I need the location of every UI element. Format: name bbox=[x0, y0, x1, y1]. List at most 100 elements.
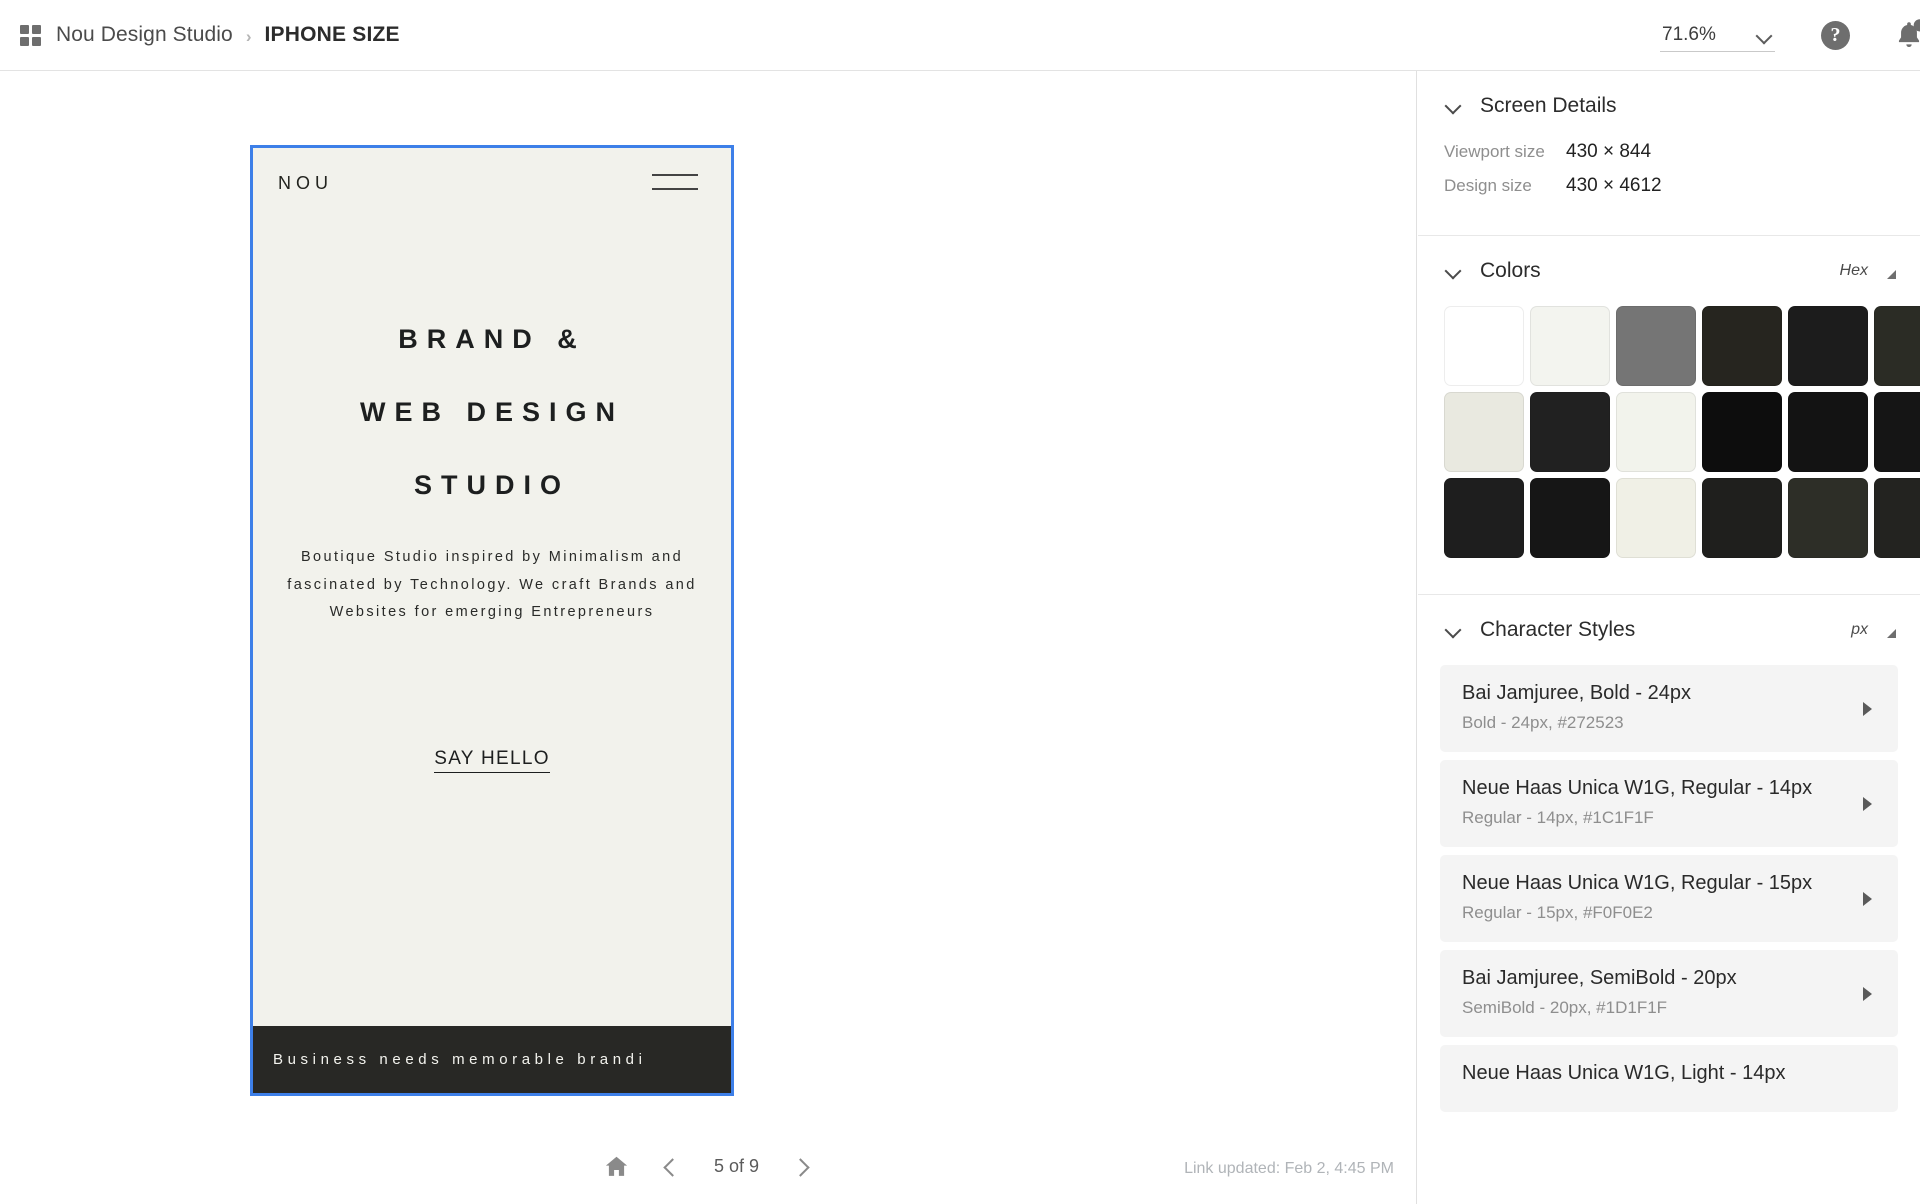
detail-row: Viewport size 430 × 844 bbox=[1444, 141, 1894, 163]
character-style-item[interactable]: Bai Jamjuree, Bold - 24px Bold - 24px, #2… bbox=[1440, 665, 1898, 752]
caret-icon bbox=[1887, 628, 1896, 638]
color-swatch-grid bbox=[1418, 306, 1920, 594]
color-swatch[interactable] bbox=[1616, 306, 1696, 386]
color-swatch[interactable] bbox=[1788, 306, 1868, 386]
breadcrumb-current-screen: IPHONE SIZE bbox=[264, 23, 400, 46]
color-swatch[interactable] bbox=[1616, 478, 1696, 558]
artboard-logo: NOU bbox=[278, 173, 333, 193]
colors-section: Colors Hex bbox=[1418, 235, 1920, 594]
say-hello-link[interactable]: SAY HELLO bbox=[434, 748, 550, 773]
color-swatch[interactable] bbox=[1702, 478, 1782, 558]
nav-controls: 5 of 9 bbox=[599, 1150, 819, 1184]
viewport-size-value: 430 × 844 bbox=[1566, 141, 1652, 162]
character-style-item[interactable]: Neue Haas Unica W1G, Regular - 15px Regul… bbox=[1440, 855, 1898, 942]
bell-glyph bbox=[1898, 19, 1920, 48]
color-swatch[interactable] bbox=[1874, 392, 1920, 472]
headline-line-2: WEB DESIGN bbox=[359, 397, 624, 427]
zoom-level-dropdown[interactable]: 71.6% bbox=[1660, 24, 1775, 52]
artboard-ticker-band: Business needs memorable brandi bbox=[253, 1026, 731, 1093]
grid-cell bbox=[20, 24, 29, 34]
character-style-meta: Bold - 24px, #272523 bbox=[1462, 713, 1624, 732]
artboard-content: NOU BRAND & WEB DESIGN STUDIO Boutique S… bbox=[253, 148, 731, 1093]
color-swatch[interactable] bbox=[1444, 478, 1524, 558]
color-swatch[interactable] bbox=[1530, 478, 1610, 558]
color-swatch[interactable] bbox=[1788, 478, 1868, 558]
color-swatch[interactable] bbox=[1788, 392, 1868, 472]
help-icon[interactable]: ? bbox=[1821, 20, 1850, 50]
color-swatch[interactable] bbox=[1444, 392, 1524, 472]
character-style-item[interactable]: Neue Haas Unica W1G, Light - 14px bbox=[1440, 1045, 1898, 1112]
design-size-label: Design size bbox=[1444, 176, 1532, 195]
character-style-item[interactable]: Neue Haas Unica W1G, Regular - 14px Regul… bbox=[1440, 760, 1898, 847]
menu-line bbox=[652, 188, 698, 190]
character-styles-title: Character Styles bbox=[1480, 618, 1636, 641]
grid-cell bbox=[20, 36, 29, 46]
caret-icon bbox=[1887, 269, 1896, 279]
color-swatch[interactable] bbox=[1530, 392, 1610, 472]
design-canvas[interactable]: NOU BRAND & WEB DESIGN STUDIO Boutique S… bbox=[0, 71, 1417, 1204]
color-swatch[interactable] bbox=[1702, 392, 1782, 472]
character-style-name: Neue Haas Unica W1G, Light - 14px bbox=[1462, 1062, 1786, 1084]
artboard-cta-wrapper: SAY HELLO bbox=[253, 748, 731, 773]
expand-caret-icon[interactable] bbox=[1863, 986, 1872, 1001]
character-style-name: Bai Jamjuree, Bold - 24px bbox=[1462, 682, 1692, 704]
headline-line-1: BRAND & bbox=[398, 324, 586, 354]
character-style-meta: Regular - 15px, #F0F0E2 bbox=[1462, 903, 1653, 922]
headline-line-3: STUDIO bbox=[413, 470, 570, 500]
character-style-meta: Regular - 14px, #1C1F1F bbox=[1462, 808, 1654, 827]
grid-cell bbox=[32, 36, 41, 46]
chevron-down-icon bbox=[1444, 97, 1462, 115]
hamburger-menu-icon[interactable] bbox=[652, 174, 698, 202]
grid-cell bbox=[32, 24, 41, 34]
artboard-body-copy: Boutique Studio inspired by Minimalism a… bbox=[287, 549, 697, 620]
detail-row: Design size 430 × 4612 bbox=[1444, 175, 1894, 197]
menu-line bbox=[652, 174, 698, 176]
character-styles-header[interactable]: Character Styles px bbox=[1418, 595, 1920, 665]
color-swatch[interactable] bbox=[1874, 478, 1920, 558]
character-style-meta: SemiBold - 20px, #1D1F1F bbox=[1462, 998, 1668, 1017]
inspect-panel: Screen Details Viewport size 430 × 844 D… bbox=[1418, 71, 1920, 1204]
home-icon[interactable] bbox=[599, 1150, 635, 1184]
character-style-name: Neue Haas Unica W1G, Regular - 14px bbox=[1462, 777, 1813, 799]
chevron-right-icon[interactable] bbox=[789, 1152, 819, 1182]
ticker-text: Business needs memorable brandi bbox=[273, 1051, 647, 1068]
expand-caret-icon[interactable] bbox=[1863, 796, 1872, 811]
color-swatch[interactable] bbox=[1530, 306, 1610, 386]
color-format-selector[interactable]: Hex bbox=[1840, 262, 1896, 280]
link-updated-status: Link updated: Feb 2, 4:45 PM bbox=[1184, 1160, 1394, 1177]
phone-artboard[interactable]: NOU BRAND & WEB DESIGN STUDIO Boutique S… bbox=[250, 145, 734, 1096]
notification-bell-icon[interactable] bbox=[1892, 18, 1920, 52]
screen-details-title: Screen Details bbox=[1480, 94, 1617, 117]
colors-header[interactable]: Colors Hex bbox=[1418, 236, 1920, 306]
home-glyph bbox=[605, 1156, 628, 1176]
zoom-level-value: 71.6% bbox=[1662, 24, 1716, 45]
chevron-down-icon bbox=[1444, 262, 1462, 280]
top-bar-actions: 71.6% ? bbox=[1660, 0, 1920, 70]
color-swatch[interactable] bbox=[1616, 392, 1696, 472]
character-style-name: Bai Jamjuree, SemiBold - 20px bbox=[1462, 967, 1737, 989]
top-bar: Nou Design Studio › IPHONE SIZE 71.6% ? bbox=[0, 0, 1920, 71]
chevron-down-icon bbox=[1444, 621, 1462, 639]
screen-details-header[interactable]: Screen Details bbox=[1418, 71, 1920, 141]
text-unit-selector[interactable]: px bbox=[1851, 621, 1896, 639]
breadcrumb-separator-icon: › bbox=[245, 26, 252, 46]
text-unit-value: px bbox=[1851, 621, 1868, 638]
chevron-down-icon bbox=[1756, 27, 1773, 44]
color-format-value: Hex bbox=[1839, 262, 1868, 279]
artboard-headline: BRAND & WEB DESIGN STUDIO bbox=[253, 303, 731, 522]
apps-grid-icon[interactable] bbox=[20, 24, 41, 46]
screen-details-section: Screen Details Viewport size 430 × 844 D… bbox=[1418, 71, 1920, 235]
chevron-left-icon[interactable] bbox=[655, 1152, 685, 1182]
page-indicator: 5 of 9 bbox=[713, 1156, 760, 1176]
color-swatch[interactable] bbox=[1874, 306, 1920, 386]
colors-title: Colors bbox=[1480, 259, 1541, 282]
color-swatch[interactable] bbox=[1444, 306, 1524, 386]
breadcrumb-project-link[interactable]: Nou Design Studio bbox=[56, 23, 233, 47]
expand-caret-icon[interactable] bbox=[1863, 701, 1872, 716]
screen-details-rows: Viewport size 430 × 844 Design size 430 … bbox=[1418, 141, 1920, 235]
breadcrumb: Nou Design Studio › IPHONE SIZE bbox=[20, 0, 400, 70]
character-style-item[interactable]: Bai Jamjuree, SemiBold - 20px SemiBold - … bbox=[1440, 950, 1898, 1037]
viewport-size-label: Viewport size bbox=[1444, 142, 1545, 161]
color-swatch[interactable] bbox=[1702, 306, 1782, 386]
expand-caret-icon[interactable] bbox=[1863, 891, 1872, 906]
